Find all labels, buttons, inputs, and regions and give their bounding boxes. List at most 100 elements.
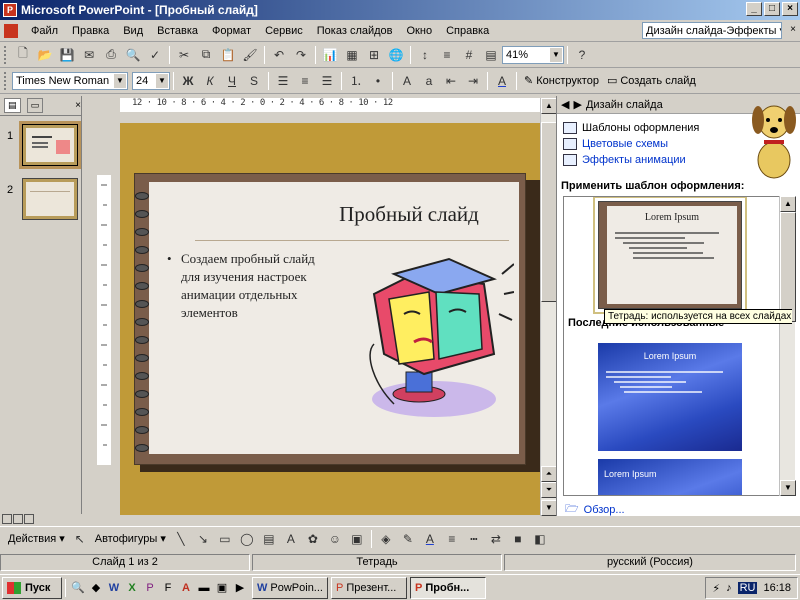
shadow-button[interactable]: S [243,71,265,91]
access-icon[interactable]: A [177,579,195,597]
back-arrow-icon[interactable]: ◀ [561,98,569,111]
vertical-ruler[interactable] [97,175,111,465]
grid-icon[interactable]: # [458,45,480,65]
slide-sorter-icon[interactable] [13,514,23,524]
increase-indent-icon[interactable]: ⇥ [462,71,484,91]
menu-edit[interactable]: Правка [65,25,116,37]
redo-icon[interactable]: ↷ [290,45,312,65]
menu-insert[interactable]: Вставка [150,25,205,37]
diagram-icon[interactable]: ✿ [302,529,324,549]
line-style-icon[interactable]: ≡ [441,529,463,549]
slide-scrollbar[interactable]: ▲ ⏶ ⏷ ▼ [540,98,557,516]
close-doc-icon[interactable]: × [790,24,796,35]
start-button[interactable]: Пуск [2,576,62,599]
word-icon[interactable]: W [105,579,123,597]
numbering-icon[interactable]: ⒈ [345,71,367,91]
template-notebook[interactable]: Lorem Ipsum [593,197,747,314]
slide-thumbnail-1[interactable] [19,121,81,169]
actions-button[interactable]: Действия ▾ [4,532,69,546]
keyboard-language[interactable]: RU [737,582,758,594]
font-name-select[interactable]: Times New Roman ▼ [12,71,128,90]
color-grayscale-icon[interactable]: ▤ [480,45,502,65]
picture-icon[interactable]: ▣ [346,529,368,549]
menu-format[interactable]: Формат [205,25,258,37]
close-pane-icon[interactable]: × [75,100,81,111]
designer-button[interactable]: ✎ Конструктор [520,74,603,88]
desktop-icon[interactable]: ▬ [195,579,213,597]
normal-view-icon[interactable] [2,514,12,524]
tab-slides[interactable]: ▭ [26,98,44,113]
italic-button[interactable]: К [199,71,221,91]
scroll-thumb[interactable] [780,212,796,322]
increase-font-icon[interactable]: A [396,71,418,91]
template-blue-2[interactable]: Lorem Ipsum [598,459,742,495]
align-right-icon[interactable]: ☰ [316,71,338,91]
3d-style-icon[interactable]: ◧ [529,529,551,549]
scroll-down-icon[interactable]: ▼ [780,480,796,496]
slide-canvas[interactable]: Пробный слайд • Создаем пробный слайд дл… [134,173,526,465]
undo-icon[interactable]: ↶ [268,45,290,65]
scroll-down-icon[interactable]: ▼ [541,500,557,516]
browse-link[interactable]: 🗁 Обзор... [565,500,625,519]
excel-icon[interactable]: X [123,579,141,597]
computer-clipart-icon[interactable] [354,254,514,424]
minimize-button[interactable]: _ [746,2,762,16]
rectangle-icon[interactable]: ▭ [214,529,236,549]
copy-icon[interactable]: ⧉ [195,45,217,65]
textbox-icon[interactable]: ▤ [258,529,280,549]
font-color-icon[interactable]: A [419,529,441,549]
powerpoint-app-icon[interactable]: P [3,3,17,17]
new-slide-button[interactable]: ▭ Создать слайд [603,74,700,88]
cut-icon[interactable]: ✂ [173,45,195,65]
scroll-up-icon[interactable]: ▲ [541,98,557,114]
select-pointer-icon[interactable]: ↖ [69,529,91,549]
autoshapes-button[interactable]: Автофигуры ▾ [91,532,170,546]
permission-icon[interactable]: ✉ [78,45,100,65]
zoom-select[interactable]: 41% ▼ [502,45,564,64]
network-icon[interactable]: ⚡ [712,582,720,595]
media-icon[interactable]: ▶ [231,579,249,597]
toolbar-grip[interactable] [4,45,8,64]
prev-slide-icon[interactable]: ⏶ [541,466,557,482]
menu-tools[interactable]: Сервис [258,25,310,37]
shadow-style-icon[interactable]: ■ [507,529,529,549]
menu-window[interactable]: Окно [400,25,440,37]
slide-title[interactable]: Пробный слайд [149,202,519,227]
color-schemes-link[interactable]: Цветовые схемы [563,138,668,150]
print-icon[interactable]: ⎙ [100,45,122,65]
clock[interactable]: 16:18 [763,582,791,594]
taskbar-task-trial-slide[interactable]: P Пробн... [410,576,486,599]
table-icon[interactable]: ▦ [341,45,363,65]
save-icon[interactable]: 💾 [56,45,78,65]
help-icon[interactable]: ? [571,45,593,65]
animation-schemes-link[interactable]: Эффекты анимации [563,154,686,166]
fill-color-icon[interactable]: ◈ [375,529,397,549]
line-icon[interactable]: ╲ [170,529,192,549]
menu-file[interactable]: Файл [24,25,65,37]
messenger-icon[interactable]: ◆ [87,579,105,597]
arrow-icon[interactable]: ↘ [192,529,214,549]
clipart-icon[interactable]: ☺ [324,529,346,549]
template-list[interactable]: Lorem Ipsum ▼ Тетрадь: используется на в… [563,196,793,496]
horizontal-ruler[interactable]: 12 · 10 · 8 · 6 · 4 · 2 · 0 · 2 · 4 · 6 … [120,98,550,112]
forward-arrow-icon[interactable]: ▶ [573,98,581,111]
chart-icon[interactable]: 📊 [319,45,341,65]
slide-editing-area[interactable]: Пробный слайд • Создаем пробный слайд дл… [120,123,540,515]
search-icon[interactable]: 🔍 [69,579,87,597]
tab-outline[interactable]: ▤ [4,98,21,113]
show-formatting-icon[interactable]: ≡ [436,45,458,65]
menu-view[interactable]: Вид [116,25,150,37]
align-center-icon[interactable]: ≡ [294,71,316,91]
format-painter-icon[interactable]: 🖌 [239,45,261,65]
expand-icon[interactable]: ↕ [414,45,436,65]
template-blue[interactable]: Lorem Ipsum [598,343,742,451]
bold-button[interactable]: Ж [177,71,199,91]
preview-icon[interactable]: 🔍 [122,45,144,65]
office-assistant-dog-icon[interactable] [748,96,798,180]
line-color-icon[interactable]: ✎ [397,529,419,549]
paste-icon[interactable]: 📋 [217,45,239,65]
maximize-button[interactable]: □ [764,2,780,16]
slide-thumbnail-2[interactable] [22,178,78,220]
task-pane-scrollbar[interactable]: ▲ ▼ [779,196,796,496]
new-icon[interactable]: 🗋 [12,45,34,65]
